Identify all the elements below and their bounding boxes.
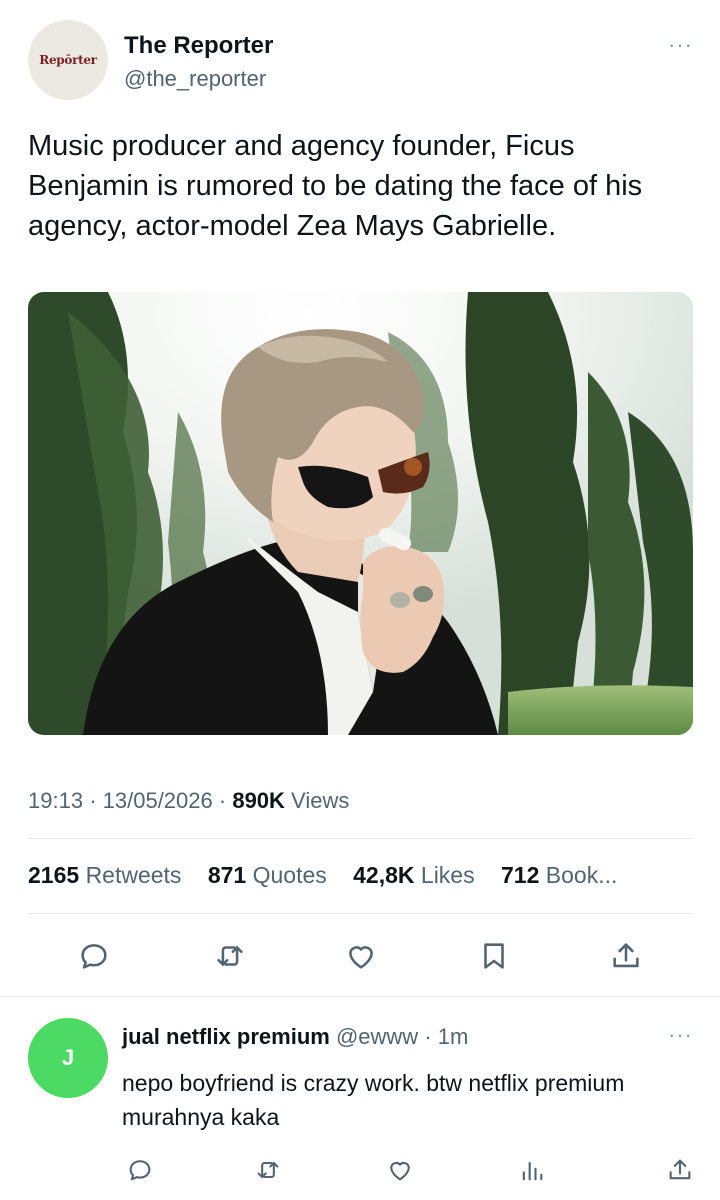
reply-views-icon[interactable] [514, 1152, 550, 1188]
retweets-count: 2165 [28, 862, 80, 888]
retweets-stat[interactable]: 2165 Retweets [28, 862, 181, 888]
avatar-logo-text: Repōrter [39, 53, 97, 67]
retweets-label: Retweets [85, 862, 182, 888]
views-count[interactable]: 890K [232, 788, 285, 813]
avatar[interactable]: Repōrter [28, 20, 108, 100]
engagement-stats: 2165 Retweets 871 Quotes 42,8K Likes 712… [28, 862, 637, 889]
bookmark-icon[interactable] [474, 936, 514, 976]
quotes-label: Quotes [252, 862, 327, 888]
like-icon[interactable] [341, 936, 381, 976]
likes-count: 42,8K [353, 862, 415, 888]
reply-author-name[interactable]: jual netflix premium [122, 1024, 330, 1049]
tweet-date: 13/05/2026 [102, 788, 213, 813]
meta-separator: · [89, 788, 97, 813]
reply-retweet-icon[interactable] [250, 1152, 286, 1188]
reply-separator: · [424, 1024, 432, 1049]
likes-label: Likes [420, 862, 475, 888]
reply-time: 1m [437, 1024, 469, 1049]
reply-more-options-icon[interactable]: ··· [668, 1024, 693, 1046]
tweet-time: 19:13 [28, 788, 84, 813]
reply-avatar[interactable]: J [28, 1018, 108, 1098]
bookmarks-stat[interactable]: 712 Book... [501, 862, 617, 888]
divider [28, 913, 693, 914]
tweet-photo[interactable] [28, 292, 693, 735]
reply-actions [122, 1152, 702, 1188]
tweet-text: Music producer and agency founder, Ficus… [28, 130, 643, 242]
reply-reply-icon[interactable] [122, 1152, 158, 1188]
tweet-actions [28, 936, 693, 976]
meta-separator: · [218, 788, 227, 813]
reply-like-icon[interactable] [382, 1152, 418, 1188]
more-options-icon[interactable]: ··· [668, 34, 693, 56]
likes-stat[interactable]: 42,8K Likes [353, 862, 474, 888]
reply-author-handle[interactable]: @ewww [336, 1024, 418, 1049]
photo-image [28, 292, 693, 735]
retweet-icon[interactable] [210, 936, 250, 976]
author-name[interactable]: The Reporter [124, 32, 273, 60]
reply-icon[interactable] [74, 936, 114, 976]
reply-share-icon[interactable] [662, 1152, 698, 1188]
reply-text: nepo boyfriend is crazy work. btw netfli… [122, 1070, 625, 1130]
quotes-stat[interactable]: 871 Quotes [208, 862, 327, 888]
section-divider [0, 996, 720, 997]
bookmarks-count: 712 [501, 862, 540, 888]
reply-header: jual netflix premium @ewww · 1m [122, 1024, 468, 1050]
quotes-count: 871 [207, 862, 247, 888]
author-handle[interactable]: @the_reporter [124, 66, 266, 92]
share-icon[interactable] [606, 936, 646, 976]
divider [28, 838, 693, 839]
bookmarks-label: Book... [545, 862, 618, 888]
tweet-meta: 19:13 · 13/05/2026 · 890K Views [28, 788, 349, 814]
views-label: Views [291, 788, 350, 813]
